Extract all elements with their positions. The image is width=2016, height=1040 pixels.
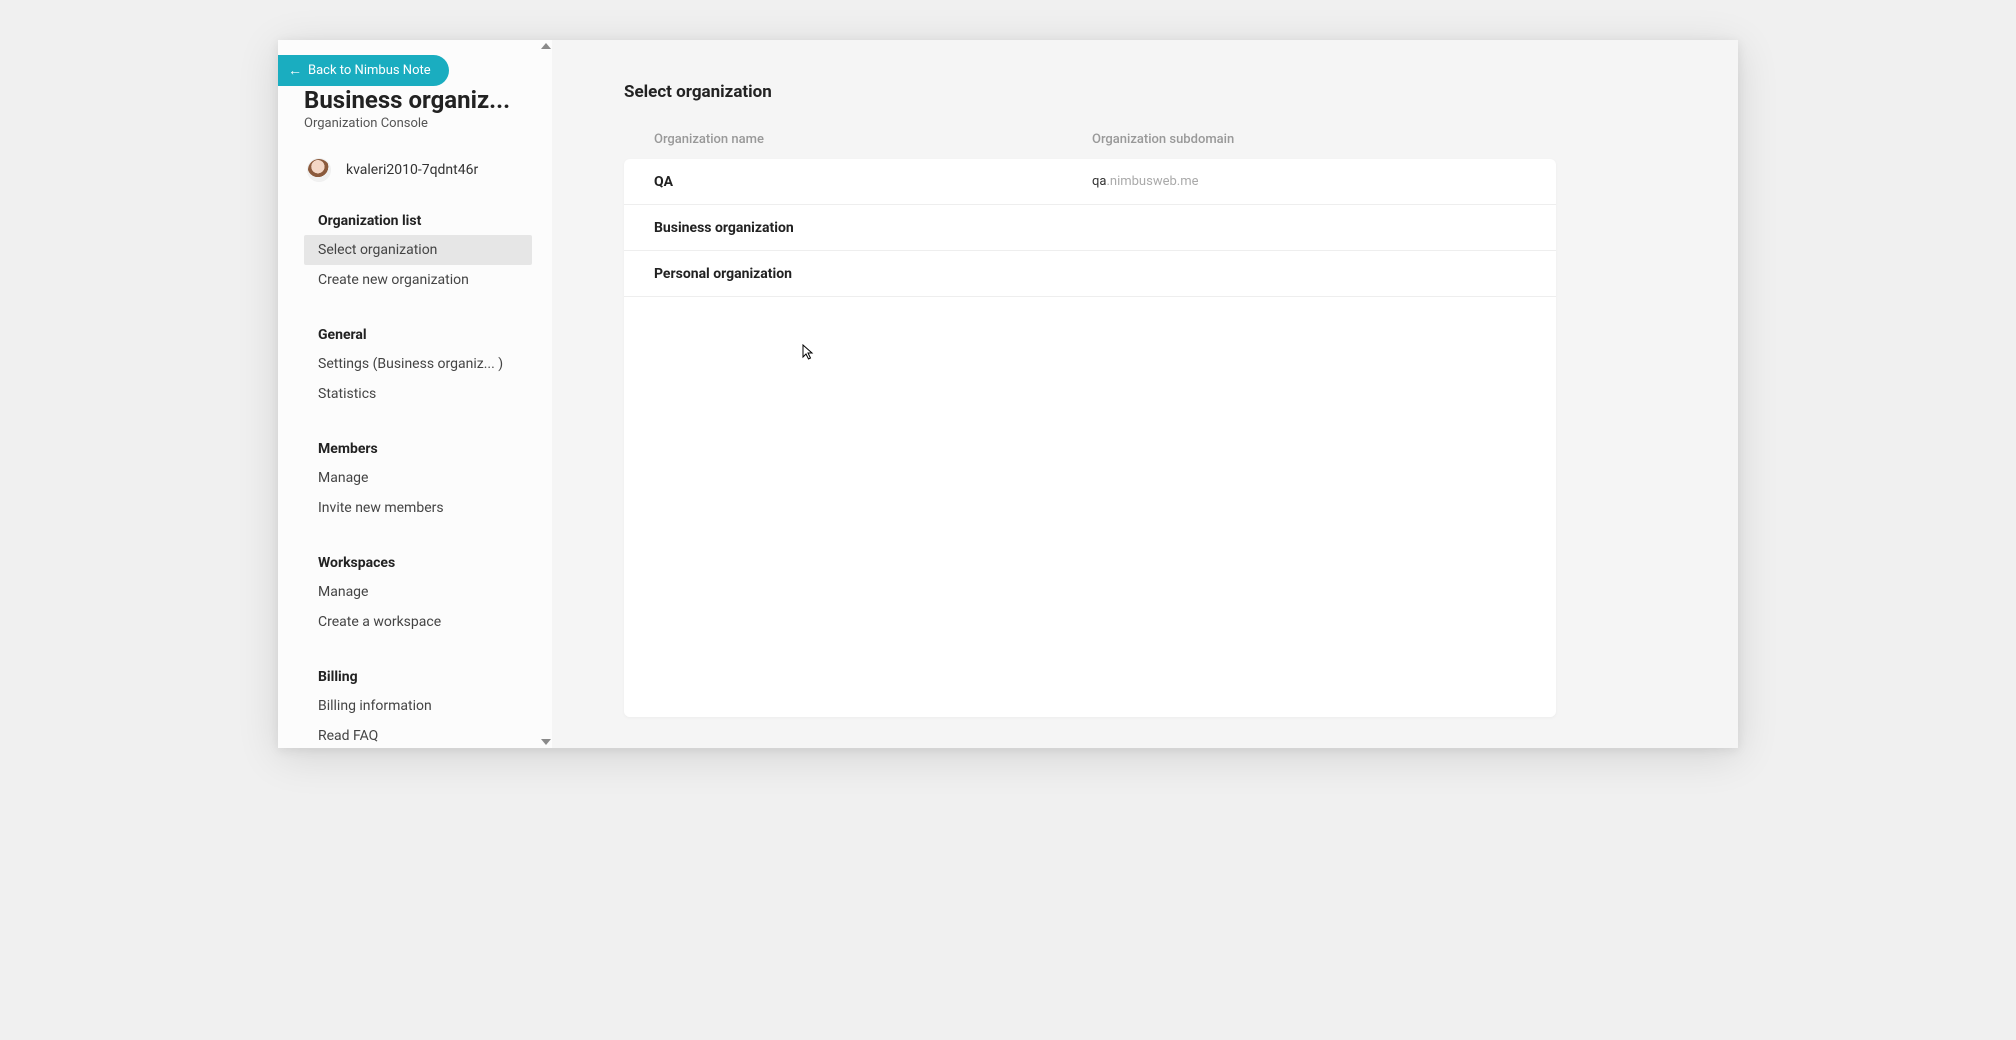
- nav-item-members-manage[interactable]: Manage: [304, 463, 532, 493]
- nav-section-title: Organization list: [304, 213, 552, 235]
- page-title: Select organization: [624, 82, 1738, 102]
- nav-section-title: Billing: [304, 669, 552, 691]
- organization-title: Business organiz...: [304, 86, 514, 114]
- arrow-left-icon: ←: [288, 62, 302, 79]
- nav-section-general: General Settings (Business organiz... ) …: [304, 327, 552, 409]
- nav-section-billing: Billing Billing information Read FAQ: [304, 669, 552, 748]
- nav-section-title: Members: [304, 441, 552, 463]
- back-to-nimbus-button[interactable]: ← Back to Nimbus Note: [278, 55, 449, 86]
- organization-list: QA qa.nimbusweb.me Business organization…: [624, 159, 1556, 717]
- scroll-down-icon[interactable]: [541, 739, 551, 745]
- table-empty-space: [624, 297, 1556, 717]
- nav-item-workspaces-manage[interactable]: Manage: [304, 577, 532, 607]
- nav-item-create-organization[interactable]: Create new organization: [304, 265, 532, 295]
- nav-item-invite-members[interactable]: Invite new members: [304, 493, 532, 523]
- scroll-up-icon[interactable]: [541, 43, 551, 49]
- nav-item-create-workspace[interactable]: Create a workspace: [304, 607, 532, 637]
- organization-table: Organization name Organization subdomain…: [624, 132, 1556, 717]
- app-window: ← Back to Nimbus Note Business organiz..…: [278, 40, 1738, 748]
- nav-section-workspaces: Workspaces Manage Create a workspace: [304, 555, 552, 637]
- nav-item-read-faq[interactable]: Read FAQ: [304, 721, 532, 748]
- nav-item-billing-info[interactable]: Billing information: [304, 691, 532, 721]
- org-name: Business organization: [654, 220, 1092, 236]
- avatar: [308, 159, 330, 181]
- nav-section-title: General: [304, 327, 552, 349]
- nav-section-organization-list: Organization list Select organization Cr…: [304, 213, 552, 295]
- user-name: kvaleri2010-7qdnt46r: [346, 162, 478, 178]
- nav-item-statistics[interactable]: Statistics: [304, 379, 532, 409]
- nav-item-select-organization[interactable]: Select organization: [304, 235, 532, 265]
- nav-section-title: Workspaces: [304, 555, 552, 577]
- back-button-label: Back to Nimbus Note: [308, 63, 431, 78]
- column-header-name: Organization name: [654, 132, 1092, 147]
- column-header-subdomain: Organization subdomain: [1092, 132, 1526, 147]
- org-row-qa[interactable]: QA qa.nimbusweb.me: [624, 159, 1556, 205]
- nav-item-settings[interactable]: Settings (Business organiz... ): [304, 349, 532, 379]
- main-content: Select organization Organization name Or…: [552, 40, 1738, 748]
- org-name: Personal organization: [654, 266, 1092, 282]
- org-subdomain: qa.nimbusweb.me: [1092, 174, 1199, 189]
- nav-section-members: Members Manage Invite new members: [304, 441, 552, 523]
- table-header: Organization name Organization subdomain: [624, 132, 1556, 159]
- org-row-business[interactable]: Business organization: [624, 205, 1556, 251]
- sidebar-inner: Business organiz... Organization Console…: [278, 40, 552, 748]
- organization-subtitle: Organization Console: [304, 116, 552, 131]
- sidebar: Business organiz... Organization Console…: [278, 40, 552, 748]
- org-name: QA: [654, 174, 1092, 190]
- current-user[interactable]: kvaleri2010-7qdnt46r: [308, 159, 552, 181]
- org-row-personal[interactable]: Personal organization: [624, 251, 1556, 297]
